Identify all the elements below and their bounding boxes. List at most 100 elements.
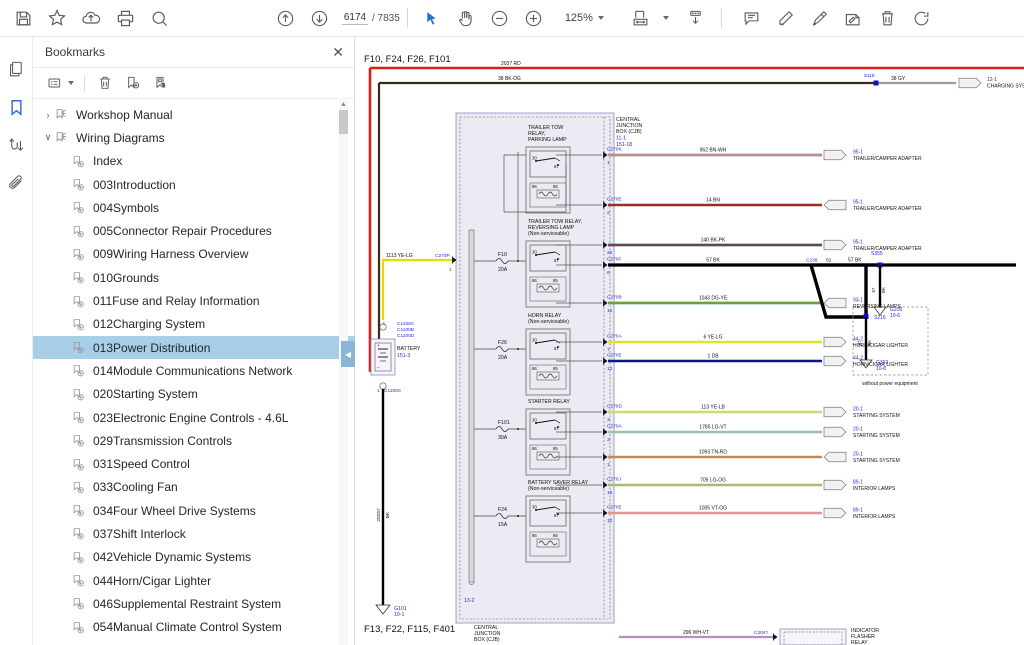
circuit-pin-label-1: 2 — [607, 210, 610, 216]
circuit-ref-9: 20-1 — [853, 452, 863, 458]
circuit-cell-0 — [824, 150, 846, 160]
circuit-cell-10 — [824, 480, 846, 490]
page-number-input[interactable] — [342, 11, 368, 25]
attachments-icon[interactable] — [0, 164, 33, 202]
bookmark-item-18[interactable]: 037Shift Interlock — [33, 522, 355, 545]
bookmark-item-8[interactable]: 011Fuse and Relay Information — [33, 289, 355, 312]
bookmark-item-3[interactable]: 003Introduction — [33, 173, 355, 196]
bookmark-item-0[interactable]: ›Workshop Manual — [33, 103, 355, 126]
star-icon[interactable] — [40, 3, 74, 33]
bookmark-item-4[interactable]: 004Symbols — [33, 196, 355, 219]
bookmarks-panel-header: Bookmarks ✕ — [33, 37, 354, 68]
bookmark-label: 046Supplemental Restraint System — [90, 597, 281, 611]
bookmark-item-14[interactable]: 029Transmission Controls — [33, 429, 355, 452]
splice-label-s216: S216 — [874, 315, 886, 321]
print-icon[interactable] — [108, 3, 142, 33]
page-bookmark-icon — [72, 619, 90, 635]
chevron-down-icon[interactable]: ∨ — [41, 132, 55, 143]
scroll-up-arrow-icon[interactable]: ▲ — [339, 100, 348, 110]
zoom-in-icon[interactable] — [517, 3, 551, 33]
circuit-connector-4: C270B — [607, 295, 622, 301]
circuit-dest-2: TRAILER/CAMPER ADAPTER — [853, 246, 922, 252]
cursor-icon[interactable] — [415, 3, 449, 33]
upload-cloud-icon[interactable] — [74, 3, 108, 33]
page-bookmark-icon — [72, 410, 90, 426]
bookmark-item-21[interactable]: 046Supplemental Restraint System — [33, 592, 355, 615]
bookmark-item-6[interactable]: 009Wiring Harness Overview — [33, 243, 355, 266]
bookmarks-panel: Bookmarks ✕ — [33, 37, 355, 645]
bookmark-item-15[interactable]: 031Speed Control — [33, 452, 355, 475]
circuit-wire-label-11: 1005 VT-OG — [699, 506, 727, 512]
delete-bookmark-icon[interactable] — [92, 71, 118, 95]
next-page-button[interactable] — [302, 3, 336, 33]
scroll-mode-icon[interactable] — [679, 3, 713, 33]
page-bookmark-icon — [72, 293, 90, 309]
delete-icon[interactable] — [871, 3, 905, 33]
bookmark-item-16[interactable]: 033Cooling Fan — [33, 476, 355, 499]
bookmark-item-20[interactable]: 044Horn/Cigar Lighter — [33, 569, 355, 592]
relay-name-1-2: (Non-serviceable) — [528, 231, 569, 237]
document-viewer[interactable]: F10, F24, F26, F1012037 RD38 BK-DGS11938… — [356, 37, 1024, 645]
rotate-icon[interactable] — [905, 3, 939, 33]
bookmark-item-10[interactable]: 013Power Distribution — [33, 336, 355, 359]
add-bookmark-icon[interactable] — [120, 71, 146, 95]
bookmark-item-2[interactable]: Index — [33, 150, 355, 173]
panel-scrollbar-thumb[interactable] — [339, 110, 348, 134]
relay-pin85-4: 85 — [553, 533, 558, 538]
relay-pin87-0: 87 — [554, 164, 559, 169]
save-icon[interactable] — [6, 3, 40, 33]
toolbar-divider-1 — [407, 8, 408, 28]
bookmark-item-19[interactable]: 042Vehicle Dynamic Systems — [33, 546, 355, 569]
bookmark-item-7[interactable]: 010Grounds — [33, 266, 355, 289]
bookmark-item-11[interactable]: 014Module Communications Network — [33, 359, 355, 382]
fit-width-dropdown[interactable] — [624, 3, 669, 33]
bookmarks-icon[interactable] — [0, 88, 33, 126]
chevron-right-icon[interactable]: › — [41, 110, 55, 120]
bookmark-item-13[interactable]: 023Electronic Engine Controls - 4.6L — [33, 406, 355, 429]
close-icon[interactable]: ✕ — [332, 45, 344, 59]
bookmark-item-17[interactable]: 034Four Wheel Drive Systems — [33, 499, 355, 522]
folder-bookmark-icon — [55, 130, 73, 146]
relay-name-3-0: STARTER RELAY — [528, 399, 570, 405]
connector-c270p: C270P — [435, 253, 450, 259]
panel-scrollbar-track[interactable] — [339, 100, 348, 645]
bookmark-item-22[interactable]: 054Manual Climate Control System — [33, 616, 355, 639]
circuit-cell-6 — [824, 356, 846, 366]
circuit-ref-1: 95-1 — [853, 200, 863, 206]
bookmark-list[interactable]: ›Workshop Manual∨Wiring DiagramsIndex003… — [33, 100, 355, 645]
comment-icon[interactable] — [735, 3, 769, 33]
bookmark-item-5[interactable]: 005Connector Repair Procedures — [33, 219, 355, 242]
pin-c270p: 1 — [449, 267, 452, 273]
panel-collapse-toggle[interactable]: ◀ — [341, 341, 355, 367]
ground-wire-circuit: 2025? — [376, 508, 382, 522]
bookmark-options-icon[interactable] — [43, 71, 77, 95]
bookmark-item-9[interactable]: 012Charging System — [33, 313, 355, 336]
page-bookmark-icon — [72, 503, 90, 519]
bookmark-item-1[interactable]: ∨Wiring Diagrams — [33, 126, 355, 149]
fuse-amp-2: 20A — [498, 355, 508, 361]
highlight-icon[interactable] — [769, 3, 803, 33]
bookmark-item-12[interactable]: 020Starting System — [33, 383, 355, 406]
bottom-connector: C204? — [754, 630, 768, 636]
g303-color: BK — [867, 340, 872, 346]
wire-label-2037-rd: 2037 RD — [501, 61, 521, 67]
signature-icon[interactable] — [0, 126, 33, 164]
draw-icon[interactable] — [803, 3, 837, 33]
g206-circuit: 57 — [871, 287, 876, 292]
circuit-cell-8 — [824, 427, 846, 437]
circuit-pin-label-9: 1 — [607, 462, 610, 468]
chevron-down-icon — [598, 16, 604, 20]
page-indicator[interactable]: / 7835 — [342, 11, 400, 25]
previous-page-button[interactable] — [268, 3, 302, 33]
fit-width-icon[interactable] — [624, 3, 658, 33]
search-icon[interactable] — [142, 3, 176, 33]
hand-icon[interactable] — [449, 3, 483, 33]
page-bookmark-icon — [72, 270, 90, 286]
zoom-level-dropdown[interactable]: 125% — [559, 12, 604, 24]
stamp-icon[interactable] — [837, 3, 871, 33]
edit-bookmark-icon[interactable] — [148, 71, 174, 95]
bus-ref-13-2: 13-2 — [464, 598, 474, 604]
bookmark-label: 033Cooling Fan — [90, 480, 178, 494]
zoom-out-icon[interactable] — [483, 3, 517, 33]
thumbnails-icon[interactable] — [0, 50, 33, 88]
